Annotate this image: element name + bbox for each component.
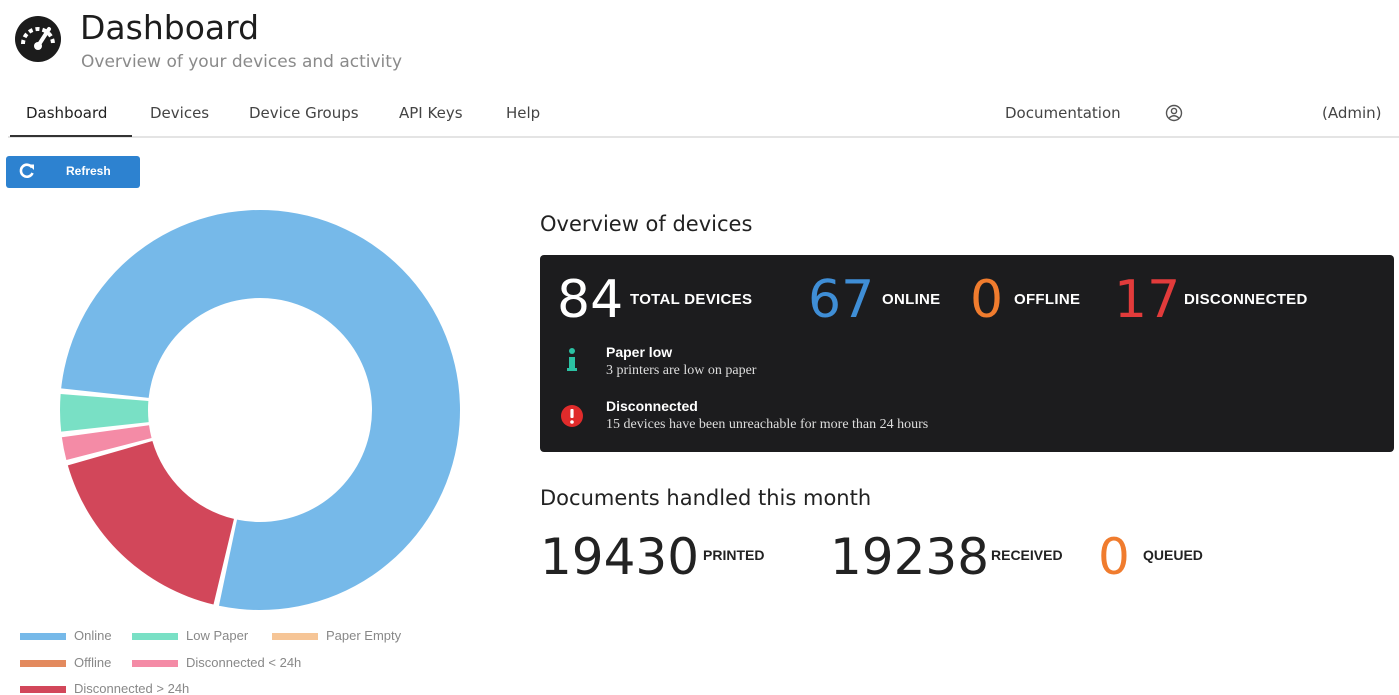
alert-text-paper-low: 3 printers are low on paper	[606, 363, 757, 378]
printed-count: 19430	[540, 528, 700, 586]
online-count: 67	[808, 270, 875, 330]
legend-item-offline: Offline	[20, 655, 111, 670]
legend-item-low-paper: Low Paper	[132, 628, 248, 643]
legend-swatch	[272, 633, 318, 641]
donut-slice-low-paper	[60, 393, 149, 432]
refresh-label: Refresh	[66, 164, 111, 178]
total-devices-count: 84	[557, 270, 624, 330]
legend-swatch	[132, 660, 178, 668]
tab-devices[interactable]: Devices	[150, 104, 209, 122]
offline-label: OFFLINE	[1014, 291, 1081, 308]
documentation-link[interactable]: Documentation	[1005, 104, 1121, 122]
active-tab-indicator	[10, 135, 132, 137]
alert-text-disconnected: 15 devices have been unreachable for mor…	[606, 417, 929, 432]
queued-label: QUEUED	[1143, 547, 1203, 563]
queued-count: 0	[1098, 528, 1130, 586]
legend-item-disconnected-gt-24h: Disconnected > 24h	[20, 681, 189, 695]
legend-swatch	[20, 633, 66, 641]
legend-item-disconnected-lt-24h: Disconnected < 24h	[132, 655, 301, 670]
offline-count: 0	[970, 270, 1004, 330]
legend-swatch	[132, 633, 178, 641]
disconnected-count: 17	[1114, 270, 1181, 330]
total-devices-label: TOTAL DEVICES	[630, 291, 753, 308]
legend-swatch	[20, 660, 66, 668]
alert-title-disconnected: Disconnected	[606, 398, 698, 414]
tab-api-keys[interactable]: API Keys	[399, 104, 463, 122]
received-count: 19238	[830, 528, 990, 586]
legend-item-online: Online	[20, 628, 112, 643]
alert-title-paper-low: Paper low	[606, 344, 673, 360]
online-label: ONLINE	[882, 291, 941, 308]
received-label: RECEIVED	[991, 547, 1063, 563]
user-circle-icon[interactable]	[1165, 104, 1183, 122]
tab-dashboard[interactable]: Dashboard	[26, 104, 107, 122]
speedometer-icon	[15, 16, 61, 62]
overview-panel: 84 TOTAL DEVICES 67 ONLINE 0 OFFLINE 17 …	[540, 255, 1394, 452]
top-navbar: Dashboard Devices Device Groups API Keys…	[8, 94, 1399, 138]
printed-label: PRINTED	[703, 547, 765, 563]
page-title: Dashboard	[80, 8, 260, 47]
donut-slice-disconnected-24h	[67, 441, 234, 605]
legend-item-paper-empty: Paper Empty	[272, 628, 401, 643]
refresh-button[interactable]: Refresh	[6, 156, 140, 188]
disconnected-label: DISCONNECTED	[1184, 291, 1308, 308]
info-icon	[567, 348, 577, 371]
user-role-label[interactable]: (Admin)	[1322, 104, 1382, 122]
alert-circle-icon	[561, 405, 583, 427]
device-status-donut-chart	[60, 209, 460, 610]
refresh-icon	[19, 163, 34, 178]
overview-title: Overview of devices	[540, 212, 753, 236]
legend-swatch	[20, 686, 66, 694]
documents-title: Documents handled this month	[540, 486, 872, 510]
tab-help[interactable]: Help	[506, 104, 540, 122]
tab-device-groups[interactable]: Device Groups	[249, 104, 359, 122]
page-subtitle: Overview of your devices and activity	[81, 52, 403, 72]
